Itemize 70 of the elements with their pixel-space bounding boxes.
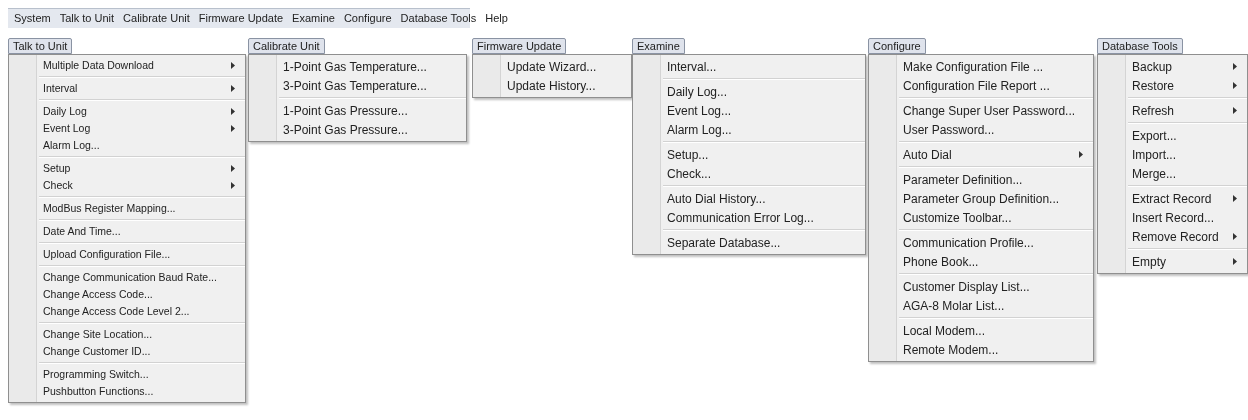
menu-item[interactable]: Setup...	[633, 145, 865, 164]
menu-item[interactable]: Remote Modem...	[869, 340, 1093, 359]
menu-item[interactable]: Parameter Definition...	[869, 170, 1093, 189]
menu-item[interactable]: Change Site Location...	[9, 326, 245, 343]
menu-item[interactable]: Change Customer ID...	[9, 343, 245, 360]
menu-item[interactable]: Interval...	[633, 57, 865, 76]
menu-item[interactable]: 1-Point Gas Pressure...	[249, 101, 466, 120]
menu-item[interactable]: Update History...	[473, 76, 631, 95]
menu-item[interactable]: User Password...	[869, 120, 1093, 139]
menu-item[interactable]: Customize Toolbar...	[869, 208, 1093, 227]
menu-item[interactable]: Export...	[1098, 126, 1247, 145]
menu-item[interactable]: Customer Display List...	[869, 277, 1093, 296]
menu-item[interactable]: Programming Switch...	[9, 366, 245, 383]
menu-item[interactable]: Phone Book...	[869, 252, 1093, 271]
menu-item[interactable]: Remove Record	[1098, 227, 1247, 246]
menu-item[interactable]: Alarm Log...	[633, 120, 865, 139]
menu-item[interactable]: Communication Profile...	[869, 233, 1093, 252]
menu-item[interactable]: Empty	[1098, 252, 1247, 271]
menu-item[interactable]: Check...	[633, 164, 865, 183]
menu-title-tab[interactable]: Calibrate Unit	[248, 38, 325, 54]
menu-title-tab[interactable]: Database Tools	[1097, 38, 1183, 54]
menu-item[interactable]: Parameter Group Definition...	[869, 189, 1093, 208]
menu-item[interactable]: Setup	[9, 160, 245, 177]
menu-item[interactable]: Multiple Data Download	[9, 57, 245, 74]
menu-item[interactable]: Extract Record	[1098, 189, 1247, 208]
menu-bar-item[interactable]: Examine	[292, 10, 335, 27]
menu-bar-item[interactable]: Calibrate Unit	[123, 10, 190, 27]
menu-item[interactable]: Auto Dial	[869, 145, 1093, 164]
menu-item[interactable]: Import...	[1098, 145, 1247, 164]
menu-title-tab[interactable]: Talk to Unit	[8, 38, 73, 54]
menu-item[interactable]: Change Access Code...	[9, 286, 245, 303]
menu-item[interactable]: Event Log...	[633, 101, 865, 120]
menu-item[interactable]: Change Communication Baud Rate...	[9, 269, 245, 286]
menu-item[interactable]: Alarm Log...	[9, 137, 245, 154]
menu-item[interactable]: Daily Log...	[633, 82, 865, 101]
menu-item[interactable]: Daily Log	[9, 103, 245, 120]
menu-item[interactable]: Refresh	[1098, 101, 1247, 120]
menu-item[interactable]: Change Access Code Level 2...	[9, 303, 245, 320]
menu-item[interactable]: 3-Point Gas Temperature...	[249, 76, 466, 95]
menu-title-tab[interactable]: Firmware Update	[472, 38, 567, 54]
menu-item[interactable]: Upload Configuration File...	[9, 246, 245, 263]
menu-item[interactable]: Restore	[1098, 76, 1247, 95]
menu-item[interactable]: Check	[9, 177, 245, 194]
menu-item[interactable]: Configuration File Report ...	[869, 76, 1093, 95]
menu-bar-item[interactable]: Talk to Unit	[59, 10, 115, 27]
menu-item[interactable]: Auto Dial History...	[633, 189, 865, 208]
menu-item[interactable]: ModBus Register Mapping...	[9, 200, 245, 217]
menu-item[interactable]: Local Modem...	[869, 321, 1093, 340]
menu-title-tab[interactable]: Examine	[632, 38, 685, 54]
menu-item[interactable]: 1-Point Gas Temperature...	[249, 57, 466, 76]
menu-item[interactable]: Update Wizard...	[473, 57, 631, 76]
menu-item[interactable]: Backup	[1098, 57, 1247, 76]
menu-item[interactable]: Interval	[9, 80, 245, 97]
menu-item[interactable]: Event Log	[9, 120, 245, 137]
menu-item[interactable]: AGA-8 Molar List...	[869, 296, 1093, 315]
menu-item[interactable]: Make Configuration File ...	[869, 57, 1093, 76]
menu-bar-item[interactable]: System	[14, 10, 51, 27]
menu-bar-item[interactable]: Database Tools	[400, 10, 477, 27]
menu-item[interactable]: 3-Point Gas Pressure...	[249, 120, 466, 139]
menu-item[interactable]: Separate Database...	[633, 233, 865, 252]
menu-item[interactable]: Communication Error Log...	[633, 208, 865, 227]
menu-bar-item[interactable]: Firmware Update	[198, 10, 284, 27]
menu-title-tab[interactable]: Configure	[868, 38, 926, 54]
menu-item[interactable]: Merge...	[1098, 164, 1247, 183]
menu-item[interactable]: Change Super User Password...	[869, 101, 1093, 120]
menu-bar-item[interactable]: Help	[485, 10, 508, 27]
menu-item[interactable]: Pushbutton Functions...	[9, 383, 245, 400]
menu-item[interactable]: Date And Time...	[9, 223, 245, 240]
menu-bar-item[interactable]: Configure	[343, 10, 392, 27]
menu-item[interactable]: Insert Record...	[1098, 208, 1247, 227]
